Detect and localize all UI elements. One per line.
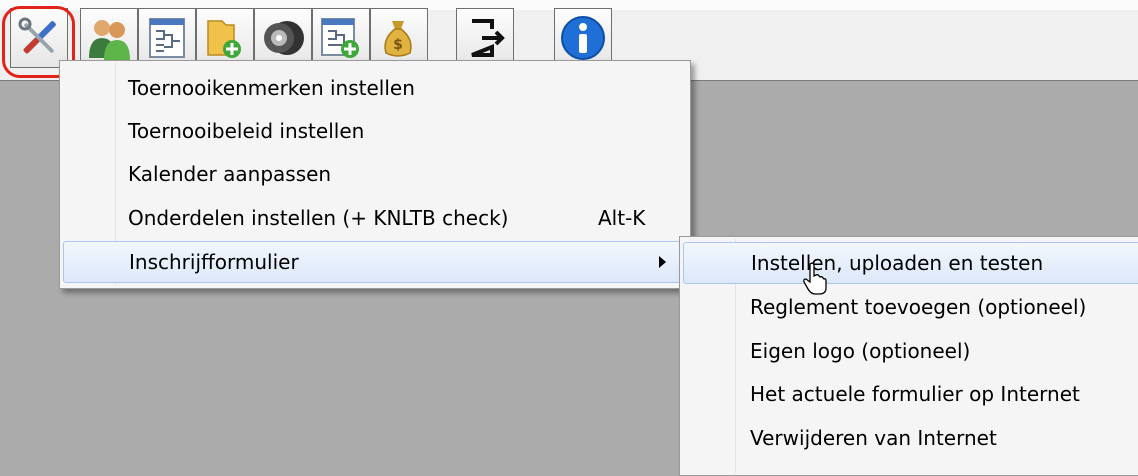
menu-item-label: Het actuele formulier op Internet — [750, 382, 1080, 406]
draw-schedule-button[interactable] — [138, 8, 196, 68]
menu-item-toernooibeleid[interactable]: Toernooibeleid instellen — [63, 110, 687, 152]
menu-item-label: Verwijderen van Internet — [750, 426, 997, 450]
menu-item-shortcut: Alt-K — [598, 206, 646, 230]
menu-item-label: Eigen logo (optioneel) — [750, 339, 971, 363]
players-icon — [85, 14, 133, 62]
submenu-item-reglement-toevoegen[interactable]: Reglement toevoegen (optioneel) — [683, 286, 1138, 328]
exit-icon — [462, 15, 508, 61]
schedule-add-icon — [318, 15, 364, 61]
submenu-item-eigen-logo[interactable]: Eigen logo (optioneel) — [683, 330, 1138, 372]
info-button[interactable] — [554, 8, 612, 68]
folder-add-icon — [202, 15, 248, 61]
menu-item-label: Instellen, uploaden en testen — [751, 251, 1044, 275]
menu-item-label: Toernooibeleid instellen — [128, 119, 365, 143]
menu-item-onderdelen[interactable]: Onderdelen instellen (+ KNLTB check) Alt… — [63, 197, 687, 239]
tennis-balls-icon — [259, 14, 307, 62]
mouse-pointer-icon — [802, 262, 828, 300]
money-bag-icon: $ — [376, 15, 422, 61]
tennis-balls-button[interactable] — [254, 8, 312, 68]
inschrijfformulier-submenu: Instellen, uploaden en testen Reglement … — [679, 236, 1138, 476]
submenu-item-actuele-formulier[interactable]: Het actuele formulier op Internet — [683, 373, 1138, 415]
info-icon — [558, 13, 608, 63]
submenu-item-instellen-uploaden-testen[interactable]: Instellen, uploaden en testen — [683, 242, 1138, 284]
exit-button[interactable] — [456, 8, 514, 68]
menu-item-label: Reglement toevoegen (optioneel) — [750, 295, 1087, 319]
players-button[interactable] — [80, 8, 138, 68]
menu-item-inschrijfformulier[interactable]: Inschrijfformulier — [63, 241, 687, 283]
menu-item-toernooikenmerken[interactable]: Toernooikenmerken instellen — [63, 67, 687, 109]
folder-add-button[interactable] — [196, 8, 254, 68]
menu-item-label: Toernooikenmerken instellen — [128, 76, 415, 100]
menu-item-label: Onderdelen instellen (+ KNLTB check) — [128, 206, 509, 230]
menu-item-kalender[interactable]: Kalender aanpassen — [63, 153, 687, 195]
draw-schedule-icon — [144, 15, 190, 61]
submenu-item-verwijderen[interactable]: Verwijderen van Internet — [683, 417, 1138, 459]
money-bag-button[interactable]: $ — [370, 8, 428, 68]
submenu-arrow-icon — [659, 256, 666, 268]
menu-item-label: Kalender aanpassen — [128, 162, 332, 186]
svg-text:$: $ — [393, 37, 403, 53]
menu-item-label: Inschrijfformulier — [129, 250, 299, 274]
schedule-add-button[interactable] — [312, 8, 370, 68]
tools-dropdown-menu: Toernooikenmerken instellen Toernooibele… — [59, 60, 691, 289]
